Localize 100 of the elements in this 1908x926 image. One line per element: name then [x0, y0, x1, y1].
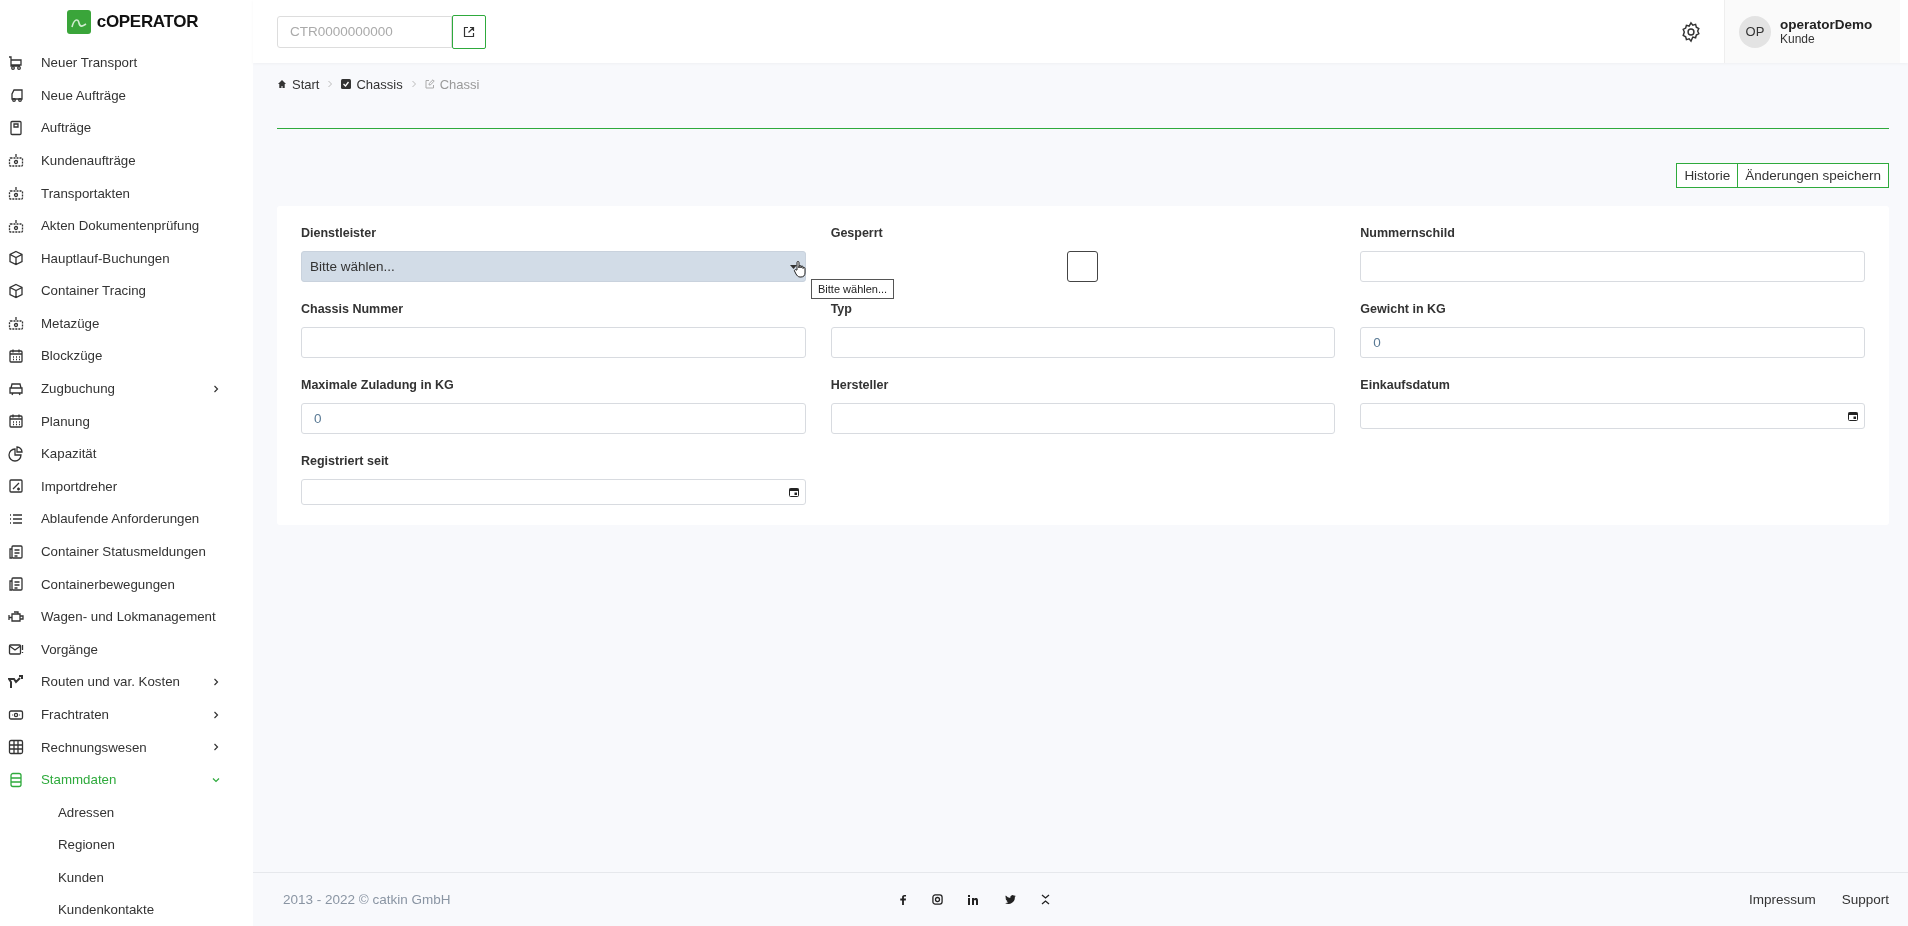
grid-icon: [8, 739, 24, 756]
truck-icon: [8, 87, 24, 104]
facebook-icon[interactable]: [899, 894, 907, 905]
field-label: Typ: [830, 302, 853, 318]
package-icon: [8, 217, 24, 234]
pie-chart-icon: [8, 445, 24, 462]
settings-icon[interactable]: [1680, 20, 1702, 43]
footer-link[interactable]: Impressum: [1748, 892, 1816, 907]
cube-icon: [8, 250, 24, 267]
sidebar-item[interactable]: Container Statusmeldungen: [0, 535, 245, 568]
calendar-icon: [1848, 411, 1858, 421]
linkedin-icon[interactable]: [968, 894, 980, 905]
sidebar-item[interactable]: Akten Dokumentenprüfung: [0, 209, 245, 242]
sidebar-item[interactable]: Zugbuchung: [0, 372, 245, 405]
sidebar-item[interactable]: Routen und var. Kosten: [0, 665, 245, 699]
breadcrumb-link[interactable]: Chassis: [356, 76, 403, 92]
separator-icon: [327, 80, 334, 88]
sidebar-item[interactable]: Wagen- und Lokmanagement: [0, 600, 245, 634]
package-icon: [8, 152, 24, 169]
input-field[interactable]: 0: [301, 403, 806, 434]
train-icon: [8, 380, 24, 397]
sidebar-subitem[interactable]: Kunden: [0, 861, 200, 894]
input-field[interactable]: [830, 403, 1336, 434]
sidebar-subitem[interactable]: Regionen: [0, 828, 200, 861]
field-label: Einkaufsdatum: [1360, 378, 1451, 394]
sidebar-item[interactable]: Container Tracing: [0, 274, 245, 308]
sidebar-item[interactable]: Kapazität: [0, 437, 245, 471]
package-icon: [8, 185, 24, 201]
sidebar-item[interactable]: Blockzüge: [0, 339, 245, 373]
field-label: Registriert seit: [301, 454, 390, 470]
chevron-right-icon: [211, 709, 221, 720]
logo-icon: [66, 9, 91, 34]
logo-text: cOPERATOR: [96, 11, 199, 32]
input-field[interactable]: 0: [1360, 327, 1865, 358]
checkbox[interactable]: [1067, 251, 1099, 282]
edit-icon: [424, 79, 435, 89]
mail-icon: [8, 641, 24, 658]
sidebar-item[interactable]: Vorgänge: [0, 633, 245, 666]
user-role: Kunde: [1780, 32, 1816, 46]
sidebar-subitem[interactable]: Kundenkontakte: [0, 893, 200, 926]
copyright-text: 2013 - 2022 © catkin GmbH: [283, 892, 452, 907]
caret-icon: [789, 264, 797, 269]
user-name: operatorDemo: [1780, 17, 1873, 32]
calendar-icon: [8, 348, 24, 364]
sidebar-item[interactable]: Rechnungswesen: [0, 730, 245, 764]
sidebar-item[interactable]: Neuer Transport: [0, 46, 245, 79]
search-field[interactable]: CTR0000000000: [277, 15, 452, 48]
date-field[interactable]: [301, 479, 806, 505]
field-label: Gesperrt: [830, 226, 884, 242]
database-icon: [8, 771, 24, 788]
field-label: Chassis Nummer: [301, 302, 405, 318]
home-icon: [277, 79, 287, 89]
external-link-icon: [463, 25, 475, 38]
open-link-button[interactable]: [452, 14, 486, 49]
action-button[interactable]: Änderungen speichern: [1737, 163, 1889, 188]
sidebar-item[interactable]: Metazüge: [0, 307, 245, 340]
report-icon: [8, 543, 24, 560]
field-label: Hersteller: [830, 378, 890, 394]
instagram-icon[interactable]: [932, 894, 943, 905]
calendar-icon: [788, 487, 799, 497]
sidebar-item[interactable]: Containerbewegungen: [0, 567, 245, 601]
chevron-right-icon: [211, 383, 221, 394]
field-label: Nummernschild: [1360, 226, 1456, 242]
hand-cursor-icon: [793, 260, 807, 278]
sidebar-item[interactable]: Neue Aufträge: [0, 78, 245, 112]
date-field[interactable]: [1360, 403, 1865, 429]
field-label: Dienstleister: [301, 226, 378, 242]
engine-icon: [8, 608, 24, 625]
sidebar-item[interactable]: Planung: [0, 404, 245, 438]
twitter-icon[interactable]: [1005, 895, 1016, 904]
field-label: Maximale Zuladung in KG: [301, 378, 455, 394]
sidebar-item[interactable]: Hauptlauf-Buchungen: [0, 241, 245, 275]
select-field[interactable]: Bitte wählen...: [301, 251, 806, 282]
sidebar-item[interactable]: Aufträge: [0, 111, 245, 145]
breadcrumb-link[interactable]: Start: [292, 76, 320, 92]
sidebar-item[interactable]: Ablaufende Anforderungen: [0, 502, 245, 536]
avatar[interactable]: OP: [1739, 15, 1771, 48]
input-field[interactable]: [830, 327, 1336, 358]
separator-icon: [410, 80, 417, 88]
sidebar-item[interactable]: Transportakten: [0, 176, 245, 210]
route-icon: [8, 673, 24, 690]
tooltip: Bitte wählen...: [811, 279, 895, 299]
cart-icon: [8, 54, 24, 71]
xing-icon[interactable]: [1041, 894, 1050, 905]
package-icon: [8, 315, 24, 332]
sidebar-subitem[interactable]: Adressen: [0, 796, 200, 829]
input-field[interactable]: [301, 327, 806, 358]
calendar-icon: [8, 413, 24, 430]
field-label: Gewicht in KG: [1360, 302, 1447, 318]
sidebar-item[interactable]: Importdreher: [0, 470, 245, 503]
action-button[interactable]: Historie: [1676, 163, 1739, 188]
chevron-right-icon: [211, 676, 221, 687]
sidebar-item[interactable]: Kundenaufträge: [0, 144, 245, 177]
checkbox-icon: [341, 79, 352, 89]
chevron-right-icon: [211, 742, 221, 753]
sidebar-item[interactable]: Frachtraten: [0, 698, 245, 731]
input-field[interactable]: [1360, 251, 1865, 282]
report-icon: [8, 576, 24, 593]
footer-link[interactable]: Support: [1841, 892, 1889, 907]
cube-icon: [8, 282, 24, 299]
